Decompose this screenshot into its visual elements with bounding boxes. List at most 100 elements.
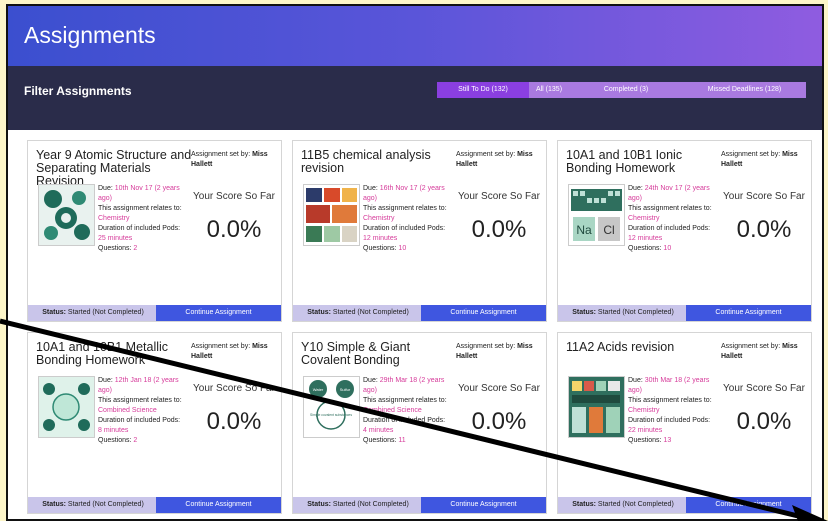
questions-label: Questions:	[628, 245, 662, 252]
status-bar: Status: Started (Not Completed)	[28, 305, 158, 321]
status-bar: Status: Started (Not Completed)	[558, 305, 688, 321]
questions-count: 2	[133, 245, 138, 252]
atom-revision-thumbnail	[38, 184, 95, 246]
subject: Combined Science	[363, 407, 422, 414]
score-value: 0.0%	[206, 408, 262, 435]
thumbnail-art	[304, 185, 359, 245]
setter-prefix: Assignment set by:	[456, 343, 516, 350]
questions-label: Questions:	[628, 437, 662, 444]
score-value: 0.0%	[471, 408, 527, 435]
duration-label: Duration of included Pods:	[628, 225, 711, 232]
tab-completed[interactable]: Completed (3)	[569, 82, 683, 98]
continue-assignment-button[interactable]: Continue Assignment	[421, 305, 546, 321]
score-label: Your Score So Far	[458, 383, 540, 394]
tab-all[interactable]: All (135)	[529, 82, 569, 98]
relates-label: This assignment relates to:	[98, 205, 182, 212]
duration: 25 minutes	[98, 235, 133, 242]
metallic-bonding-thumbnail	[38, 376, 95, 438]
tab-missed-deadlines[interactable]: Missed Deadlines (128)	[683, 82, 806, 98]
status-value: Started (Not Completed)	[597, 501, 674, 508]
score-label: Your Score So Far	[458, 191, 540, 202]
questions-label: Questions:	[98, 437, 132, 444]
status-label: Status:	[307, 309, 331, 316]
periodic-table-thumbnail: Na Cl	[568, 184, 625, 246]
questions-count: 2	[133, 437, 138, 444]
questions-label: Questions:	[98, 245, 132, 252]
questions-label: Questions:	[363, 437, 397, 444]
relates-label: This assignment relates to:	[628, 397, 712, 404]
assignment-info: Due: 29th Mar 18 (2 years ago) This assi…	[363, 376, 448, 446]
assignment-card: Year 9 Atomic Structure and Separating M…	[27, 140, 282, 322]
assignment-card: Y10 Simple & Giant Covalent Bonding Assi…	[292, 332, 547, 514]
thumbnail-art	[39, 185, 94, 245]
status-label: Status:	[572, 501, 596, 508]
duration: 4 minutes	[363, 427, 394, 434]
score-value: 0.0%	[206, 216, 262, 243]
status-label: Status:	[307, 501, 331, 508]
assignment-title[interactable]: Y10 Simple & Giant Covalent Bonding	[301, 341, 461, 367]
continue-assignment-button[interactable]: Continue Assignment	[686, 497, 811, 513]
score-label: Your Score So Far	[193, 191, 275, 202]
subject: Chemistry	[363, 215, 395, 222]
assignment-card: 10A1 and 10B1 Ionic Bonding Homework Ass…	[557, 140, 812, 322]
setter-prefix: Assignment set by:	[721, 343, 781, 350]
assignment-info: Due: 24th Nov 17 (2 years ago) This assi…	[628, 184, 713, 254]
score-value: 0.0%	[736, 408, 792, 435]
duration-label: Duration of included Pods:	[363, 225, 446, 232]
score-label: Your Score So Far	[723, 191, 805, 202]
subject: Chemistry	[628, 407, 660, 414]
questions-count: 13	[663, 437, 672, 444]
assignment-setter: Assignment set by: Miss Hallett	[191, 342, 273, 362]
thumbnail-art	[569, 377, 624, 437]
setter-prefix: Assignment set by:	[721, 151, 781, 158]
assignment-title[interactable]: Year 9 Atomic Structure and Separating M…	[36, 149, 196, 188]
tab-still-to-do[interactable]: Still To Do (132)	[437, 82, 529, 98]
due-prefix: Due:	[98, 377, 113, 384]
svg-text:Sulfur: Sulfur	[340, 387, 351, 392]
duration-label: Duration of included Pods:	[628, 417, 711, 424]
continue-assignment-button[interactable]: Continue Assignment	[421, 497, 546, 513]
status-bar: Status: Started (Not Completed)	[28, 497, 158, 513]
questions-count: 11	[398, 437, 406, 444]
duration: 8 minutes	[98, 427, 129, 434]
status-value: Started (Not Completed)	[332, 309, 409, 316]
assignment-setter: Assignment set by: Miss Hallett	[456, 150, 538, 170]
continue-assignment-button[interactable]: Continue Assignment	[156, 497, 281, 513]
assignments-page: Assignments Filter Assignments Still To …	[6, 4, 824, 521]
assignment-setter: Assignment set by: Miss Hallett	[191, 150, 273, 170]
duration-label: Duration of included Pods:	[98, 225, 181, 232]
title-bar: Assignments	[8, 6, 822, 66]
due-prefix: Due:	[363, 185, 378, 192]
assignment-title[interactable]: 11B5 chemical analysis revision	[301, 149, 461, 175]
status-bar: Status: Started (Not Completed)	[558, 497, 688, 513]
setter-prefix: Assignment set by:	[191, 343, 251, 350]
due-prefix: Due:	[363, 377, 378, 384]
setter-prefix: Assignment set by:	[191, 151, 251, 158]
score-value: 0.0%	[471, 216, 527, 243]
assignment-setter: Assignment set by: Miss Hallett	[456, 342, 538, 362]
duration-label: Duration of included Pods:	[363, 417, 446, 424]
assignment-title[interactable]: 10A1 and 10B1 Metallic Bonding Homework	[36, 341, 196, 367]
assignment-title[interactable]: 11A2 Acids revision	[566, 341, 726, 354]
duration-label: Duration of included Pods:	[98, 417, 181, 424]
due-prefix: Due:	[628, 377, 643, 384]
questions-count: 10	[663, 245, 672, 252]
status-value: Started (Not Completed)	[67, 309, 144, 316]
continue-assignment-button[interactable]: Continue Assignment	[156, 305, 281, 321]
due-prefix: Due:	[628, 185, 643, 192]
assignment-card: 11B5 chemical analysis revision Assignme…	[292, 140, 547, 322]
assignment-title[interactable]: 10A1 and 10B1 Ionic Bonding Homework	[566, 149, 726, 175]
status-label: Status:	[572, 309, 596, 316]
assignment-info: Due: 16th Nov 17 (2 years ago) This assi…	[363, 184, 448, 254]
relates-label: This assignment relates to:	[363, 205, 447, 212]
subject: Chemistry	[628, 215, 660, 222]
status-value: Started (Not Completed)	[67, 501, 144, 508]
questions-count: 10	[398, 245, 407, 252]
questions-label: Questions:	[363, 245, 397, 252]
assignment-info: Due: 10th Nov 17 (2 years ago) This assi…	[98, 184, 183, 254]
thumbnail-art: Water Sulfur Simple covalent substances	[304, 377, 359, 437]
status-label: Status:	[42, 501, 66, 508]
status-label: Status:	[42, 309, 66, 316]
thumbnail-art	[39, 377, 94, 437]
continue-assignment-button[interactable]: Continue Assignment	[686, 305, 811, 321]
